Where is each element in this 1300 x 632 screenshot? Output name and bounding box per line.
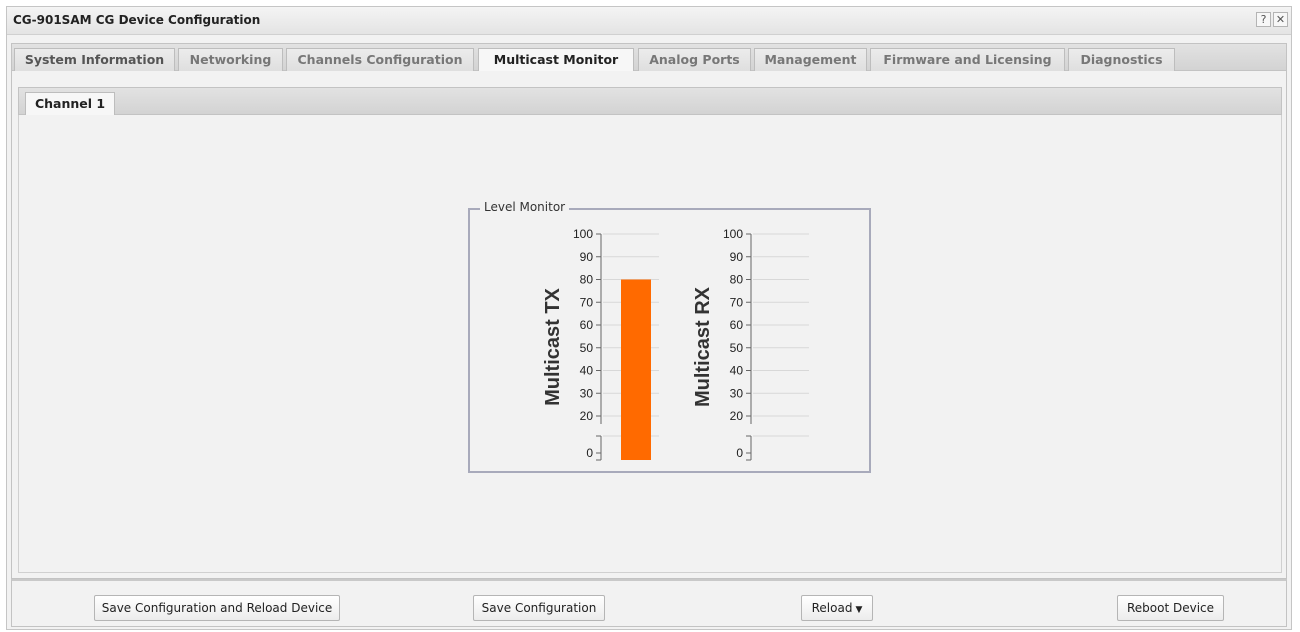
tick-label-tx-0: 0 (586, 446, 593, 460)
tab-system-information[interactable]: System Information (14, 48, 175, 72)
tick-label-rx-60: 60 (730, 318, 744, 332)
tab-firmware-and-licensing[interactable]: Firmware and Licensing (870, 48, 1065, 72)
tab-panel: Channel 1 Level Monitor 100 90 80 70 60 50 40 3… (11, 71, 1287, 579)
tick-label-tx-60: 60 (580, 318, 594, 332)
action-footer: Save Configuration and Reload Device Sav… (11, 579, 1287, 627)
help-icon[interactable]: ? (1256, 12, 1271, 27)
reload-button[interactable]: Reload ▼ (801, 595, 873, 621)
tick-label-rx-0: 0 (736, 446, 743, 460)
save-and-reload-button[interactable]: Save Configuration and Reload Device (94, 595, 340, 621)
level-monitor-group: Level Monitor 100 90 80 70 60 50 40 30 20 0 Multic… (468, 200, 871, 473)
tick-label-tx-70: 70 (580, 295, 594, 309)
save-configuration-button[interactable]: Save Configuration (473, 595, 605, 621)
tick-label-tx-30: 30 (580, 386, 594, 400)
tick-label-tx-100: 100 (573, 227, 593, 241)
close-icon[interactable]: ✕ (1273, 12, 1288, 27)
level-bar-tx (621, 279, 651, 460)
tick-label-tx-90: 90 (580, 250, 594, 264)
device-config-window: CG-901SAM CG Device Configuration ? ✕ Sy… (6, 6, 1292, 630)
tab-diagnostics[interactable]: Diagnostics (1068, 48, 1175, 72)
tick-label-rx-70: 70 (730, 295, 744, 309)
axis-title-rx: Multicast RX (692, 286, 714, 407)
reboot-device-button[interactable]: Reboot Device (1117, 595, 1224, 621)
reload-label: Reload (811, 601, 853, 615)
tick-label-rx-50: 50 (730, 341, 744, 355)
tick-label-tx-40: 40 (580, 364, 594, 378)
axis-title-tx: Multicast TX (542, 287, 564, 405)
tick-label-rx-40: 40 (730, 364, 744, 378)
level-monitor-chart: 100 90 80 70 60 50 40 30 20 0 Multicast TX 100 90 80 7… (542, 227, 809, 461)
main-tab-strip: System Information Networking Channels C… (11, 43, 1287, 73)
tick-label-rx-20: 20 (730, 409, 744, 423)
tab-networking[interactable]: Networking (178, 48, 283, 72)
tick-label-rx-80: 80 (730, 273, 744, 287)
tab-management[interactable]: Management (754, 48, 867, 72)
tab-multicast-monitor[interactable]: Multicast Monitor (478, 48, 634, 73)
tick-label-rx-90: 90 (730, 250, 744, 264)
window-title: CG-901SAM CG Device Configuration (13, 13, 261, 27)
tick-label-tx-80: 80 (580, 273, 594, 287)
title-bar: CG-901SAM CG Device Configuration ? ✕ (7, 7, 1291, 35)
channel-content: Level Monitor 100 90 80 70 60 50 40 30 20 0 Multic… (18, 115, 1282, 573)
tab-channel-1[interactable]: Channel 1 (25, 92, 115, 116)
tick-label-tx-50: 50 (580, 341, 594, 355)
tick-label-rx-100: 100 (723, 227, 743, 241)
tick-label-rx-30: 30 (730, 386, 744, 400)
channel-tab-strip: Channel 1 (18, 87, 1282, 116)
tab-analog-ports[interactable]: Analog Ports (638, 48, 751, 72)
caret-down-icon: ▼ (855, 605, 863, 615)
tick-label-tx-20: 20 (580, 409, 594, 423)
tab-channels-configuration[interactable]: Channels Configuration (286, 48, 474, 72)
